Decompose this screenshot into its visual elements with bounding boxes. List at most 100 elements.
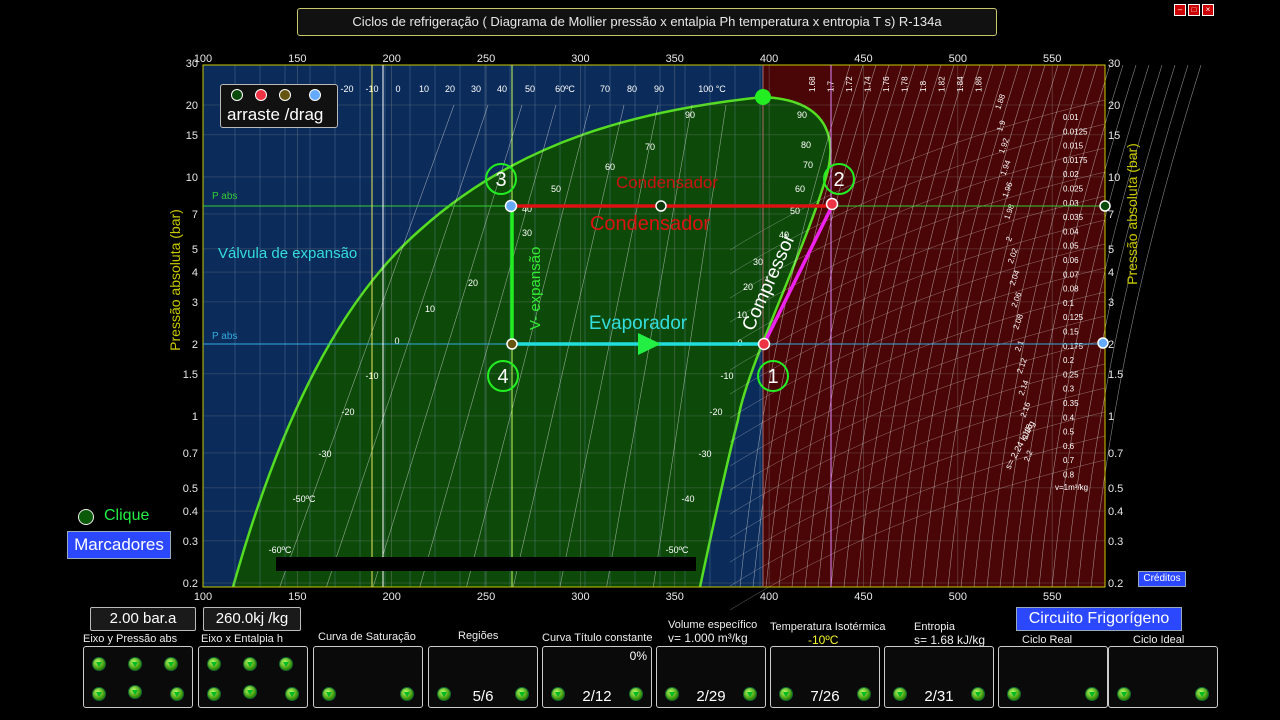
marcadores-button[interactable]: Marcadores [67, 531, 171, 559]
sat-temp-right-label: -40 [681, 494, 694, 504]
temp-row-label: -20 [340, 84, 353, 94]
panel-label: Ciclo Ideal [1133, 634, 1185, 646]
temp-row-label: 80 [627, 84, 637, 94]
panel-next-button[interactable] [170, 687, 184, 701]
volume-tick-label: 0.06 [1063, 256, 1079, 265]
clique-icon[interactable] [78, 509, 94, 525]
panel-option-button[interactable] [128, 657, 142, 671]
sat-temp-left-label: 30 [522, 228, 532, 238]
panel-option-button[interactable] [279, 657, 293, 671]
marker-blue-icon[interactable] [309, 89, 321, 101]
volume-tick-label: 0.015 [1063, 142, 1084, 151]
panel-prev-button[interactable] [92, 687, 106, 701]
p-tick-label-right: 15 [1108, 130, 1120, 142]
panel-extra: 0% [629, 649, 647, 663]
control-panel[interactable]: 2/31 [884, 646, 994, 708]
point-1-handle[interactable] [757, 337, 771, 351]
circuito-frigorigeno-button[interactable]: Circuito Frigorígeno [1016, 607, 1182, 631]
panel-prev-button[interactable] [893, 687, 907, 701]
panel-next-button[interactable] [629, 687, 643, 701]
panel-prev-button[interactable] [322, 687, 336, 701]
panel-label: Curva de Saturação [318, 631, 416, 643]
temp-row-label: 0 [395, 84, 400, 94]
panel-prev-button[interactable] [551, 687, 565, 701]
point-critical[interactable] [755, 89, 771, 105]
point-mid-handle[interactable] [655, 200, 667, 212]
panel-prev-button[interactable] [665, 687, 679, 701]
control-panel[interactable] [998, 646, 1108, 708]
panel-option-button[interactable] [128, 685, 142, 699]
volume-tick-label: 0.0175 [1063, 156, 1088, 165]
panel-counter: 2/31 [924, 688, 954, 705]
sat-temp-left-label: 10 [425, 304, 435, 314]
panel-option-button[interactable] [164, 657, 178, 671]
panel-prev-button[interactable] [437, 687, 451, 701]
p-tick-label-right: 10 [1108, 172, 1120, 184]
control-panel[interactable]: 5/6 [428, 646, 538, 708]
panel-option-button[interactable] [243, 685, 257, 699]
panel-next-button[interactable] [857, 687, 871, 701]
panel-next-button[interactable] [285, 687, 299, 701]
condensador-label: Condensador [590, 213, 710, 235]
right-p-handle-low[interactable] [1097, 337, 1109, 349]
panel-next-button[interactable] [515, 687, 529, 701]
pressure-value-field[interactable]: 2.00 bar.a [90, 607, 196, 631]
enthalpy-value-field[interactable]: 260.0kj /kg [203, 607, 301, 631]
panel-prev-button[interactable] [207, 687, 221, 701]
volume-tick-label: 0.35 [1063, 399, 1079, 408]
sat-temp-right-label: 90 [797, 110, 807, 120]
volume-tick-label: 0.04 [1063, 227, 1079, 236]
drag-hint-box[interactable]: arraste /drag [220, 84, 338, 128]
panel-prev-button[interactable] [1117, 687, 1131, 701]
p-tick-label-left: 1 [192, 411, 198, 423]
creditos-button[interactable]: Créditos [1138, 571, 1186, 587]
y-axis-title-right: Pressão absoluta (bar) [1124, 143, 1140, 285]
h-tick-label-bottom: 150 [288, 591, 306, 603]
control-panel[interactable] [1108, 646, 1218, 708]
sat-temp-left-label: -30 [318, 449, 331, 459]
entropy-tick-label: 1.84 [956, 76, 965, 92]
control-panel[interactable]: 2/12 0% [542, 646, 652, 708]
panel-next-button[interactable] [1195, 687, 1209, 701]
panel-counter: 2/29 [696, 688, 726, 705]
temp-60-label: 60ºC [555, 84, 575, 94]
panel-prev-button[interactable] [1007, 687, 1021, 701]
h-tick-label-bottom: 550 [1043, 591, 1061, 603]
panel-option-button[interactable] [207, 657, 221, 671]
panel-counter: 2/12 [582, 688, 612, 705]
h-tick-label-top: 300 [571, 53, 589, 65]
volume-tick-label: 0.175 [1063, 342, 1084, 351]
marker-red-icon[interactable] [255, 89, 267, 101]
panel-next-button[interactable] [1085, 687, 1099, 701]
h-tick-label-bottom: 300 [571, 591, 589, 603]
panel-next-button[interactable] [400, 687, 414, 701]
panel-next-button[interactable] [971, 687, 985, 701]
control-panel[interactable]: 7/26 [770, 646, 880, 708]
panel-option-button[interactable] [92, 657, 106, 671]
v-label: v=1m³/kg [1055, 483, 1088, 492]
right-p-handle-high[interactable] [1099, 200, 1111, 212]
point-4-handle[interactable] [506, 338, 518, 350]
control-panel[interactable]: 2/29 [656, 646, 766, 708]
v-expansao-label: V- expansão [527, 247, 544, 330]
clique-label: Clique [104, 507, 150, 524]
point-3-handle[interactable] [504, 199, 518, 213]
marker-green-icon[interactable] [231, 89, 243, 101]
volume-tick-label: 0.07 [1063, 270, 1079, 279]
p-tick-label-right: 0.2 [1108, 578, 1123, 590]
control-panel[interactable] [198, 646, 308, 708]
panel-prev-button[interactable] [779, 687, 793, 701]
entropy-tick-label: 1.76 [882, 76, 891, 92]
sat-temp-right-label: 20 [743, 282, 753, 292]
panel-next-button[interactable] [743, 687, 757, 701]
control-panel[interactable] [313, 646, 423, 708]
panel-option-button[interactable] [243, 657, 257, 671]
p-tick-label-right: 3 [1108, 297, 1114, 309]
control-panel[interactable] [83, 646, 193, 708]
temp-row-label: 40 [497, 84, 507, 94]
p-tick-label-left: 5 [192, 244, 198, 256]
marker-olive-icon[interactable] [279, 89, 291, 101]
point-2-handle[interactable] [825, 197, 839, 211]
volume-tick-label: 0.6 [1063, 442, 1075, 451]
sat-temp-right-label: -20 [709, 407, 722, 417]
